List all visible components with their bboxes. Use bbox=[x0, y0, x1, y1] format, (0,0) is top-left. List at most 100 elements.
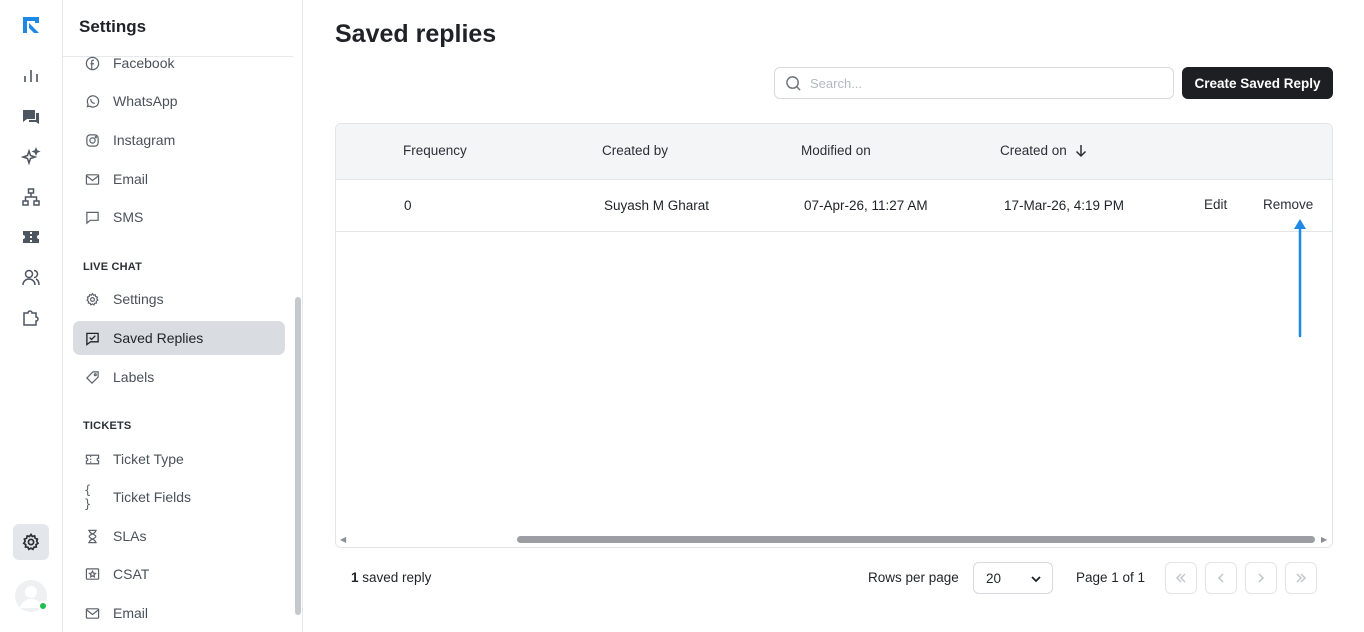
search-input[interactable] bbox=[810, 75, 1150, 91]
cell-frequency: 0 bbox=[404, 198, 412, 213]
sidebar-item-whatsapp[interactable]: WhatsApp bbox=[73, 84, 285, 118]
gear-icon bbox=[21, 532, 41, 552]
sidebar-item-ticket-email[interactable]: Email bbox=[73, 596, 285, 630]
chevron-left-icon bbox=[1217, 573, 1224, 583]
edit-button[interactable]: Edit bbox=[1204, 197, 1227, 212]
puzzle-icon[interactable] bbox=[19, 305, 43, 329]
icon-rail bbox=[0, 0, 63, 632]
org-chart-icon[interactable] bbox=[19, 185, 43, 209]
table-row: 0 Suyash M Gharat 07-Apr-26, 11:27 AM 17… bbox=[336, 180, 1332, 232]
sidebar-item-sms[interactable]: SMS bbox=[73, 200, 285, 234]
rows-per-page-label: Rows per page bbox=[868, 570, 959, 585]
horizontal-scrollbar[interactable]: ◀ ▶ bbox=[336, 532, 1332, 547]
sidebar-item-ticket-type[interactable]: Ticket Type bbox=[73, 442, 285, 476]
cell-created-by: Suyash M Gharat bbox=[604, 198, 710, 213]
mail-icon bbox=[84, 605, 100, 621]
sidebar-item-label: CSAT bbox=[113, 566, 150, 582]
scrollbar-thumb[interactable] bbox=[517, 536, 1315, 543]
whatsapp-icon bbox=[84, 93, 100, 109]
tag-icon bbox=[84, 369, 100, 385]
hourglass-icon bbox=[84, 528, 100, 544]
page-title: Saved replies bbox=[335, 20, 497, 48]
next-page-button[interactable] bbox=[1245, 562, 1277, 594]
saved-reply-count: 1 saved reply bbox=[351, 570, 431, 585]
avatar[interactable] bbox=[15, 580, 48, 612]
ticket-icon bbox=[84, 451, 100, 467]
remove-button[interactable]: Remove bbox=[1263, 197, 1313, 212]
table-header: Frequency Created by Modified on Created… bbox=[336, 124, 1332, 180]
saved-reply-icon bbox=[84, 330, 100, 346]
section-heading-tickets: TICKETS bbox=[83, 420, 132, 432]
rows-per-page-select[interactable]: 20 bbox=[973, 562, 1053, 594]
chat-icon[interactable] bbox=[19, 105, 43, 129]
app: Settings Facebook WhatsApp Instagram Ema… bbox=[0, 0, 1364, 632]
chevron-right-icon bbox=[1258, 573, 1265, 583]
last-page-button[interactable] bbox=[1285, 562, 1317, 594]
sidebar-item-label: Settings bbox=[113, 291, 164, 307]
scroll-right-icon[interactable]: ▶ bbox=[1321, 535, 1327, 544]
sidebar-item-label: Instagram bbox=[113, 132, 176, 148]
settings-nav-button[interactable] bbox=[13, 524, 49, 560]
column-header-frequency[interactable]: Frequency bbox=[403, 143, 467, 158]
gear-icon bbox=[84, 291, 100, 307]
sidebar-item-label: WhatsApp bbox=[113, 93, 178, 109]
sidebar-item-email[interactable]: Email bbox=[73, 162, 285, 196]
sidebar-item-label: Email bbox=[113, 171, 149, 187]
sidebar-item-csat[interactable]: CSAT bbox=[73, 557, 285, 591]
star-box-icon bbox=[84, 566, 100, 582]
chevrons-left-icon bbox=[1175, 573, 1186, 583]
online-status-badge bbox=[38, 601, 48, 611]
sidebar-item-label: SLAs bbox=[113, 528, 147, 544]
sidebar-item-label: Email bbox=[113, 605, 149, 621]
facebook-icon bbox=[84, 55, 100, 71]
saved-replies-table: Frequency Created by Modified on Created… bbox=[335, 123, 1333, 548]
sidebar-item-labels[interactable]: Labels bbox=[73, 360, 285, 394]
chevron-down-icon bbox=[1031, 576, 1041, 583]
sidebar-item-saved-replies[interactable]: Saved Replies bbox=[73, 321, 285, 355]
braces-icon: { } bbox=[84, 483, 92, 511]
count-number: 1 bbox=[351, 570, 359, 585]
first-page-button[interactable] bbox=[1165, 562, 1197, 594]
column-header-created-on[interactable]: Created on bbox=[1000, 143, 1087, 158]
main-content: Saved replies Create Saved Reply Frequen… bbox=[303, 0, 1364, 632]
create-saved-reply-button[interactable]: Create Saved Reply bbox=[1182, 67, 1333, 99]
search-box[interactable] bbox=[774, 67, 1174, 99]
cell-created-on: 17-Mar-26, 4:19 PM bbox=[1004, 198, 1125, 213]
mail-icon bbox=[84, 171, 100, 187]
cell-modified-on: 07-Apr-26, 11:27 AM bbox=[804, 198, 928, 213]
message-square-icon bbox=[84, 209, 100, 225]
page-info: Page 1 of 1 bbox=[1076, 570, 1146, 585]
sidebar-item-label: Labels bbox=[113, 369, 155, 385]
sidebar-item-slas[interactable]: SLAs bbox=[73, 519, 285, 553]
sort-descending-icon bbox=[1075, 144, 1087, 158]
sidebar-item-label: Ticket Type bbox=[113, 451, 184, 467]
rows-per-page-value: 20 bbox=[986, 570, 1002, 586]
sidebar-item-ticket-fields[interactable]: { } Ticket Fields bbox=[73, 480, 285, 514]
users-icon[interactable] bbox=[19, 265, 43, 289]
sidebar-item-facebook[interactable]: Facebook bbox=[73, 46, 285, 80]
annotation-arrow-icon bbox=[1294, 219, 1306, 338]
analytics-icon[interactable] bbox=[19, 64, 43, 88]
sparkles-icon[interactable] bbox=[19, 145, 43, 169]
sidebar-item-live-chat-settings[interactable]: Settings bbox=[73, 282, 285, 316]
sidebar-item-label: SMS bbox=[113, 209, 144, 225]
scroll-left-icon[interactable]: ◀ bbox=[340, 535, 346, 544]
sidebar-item-instagram[interactable]: Instagram bbox=[73, 123, 285, 157]
ticket-icon[interactable] bbox=[19, 225, 43, 249]
sidebar-item-label: Ticket Fields bbox=[113, 489, 192, 505]
chevrons-right-icon bbox=[1296, 573, 1307, 583]
count-label: saved reply bbox=[362, 570, 432, 585]
column-header-label: Created on bbox=[1000, 143, 1067, 158]
settings-sidebar: Settings Facebook WhatsApp Instagram Ema… bbox=[63, 0, 303, 632]
instagram-icon bbox=[84, 132, 100, 148]
sidebar-item-label: Facebook bbox=[113, 55, 175, 71]
sidebar-scrollbar[interactable] bbox=[295, 297, 301, 615]
section-heading-live-chat: LIVE CHAT bbox=[83, 261, 143, 273]
brand-logo-icon[interactable] bbox=[21, 15, 41, 35]
column-header-created-by[interactable]: Created by bbox=[602, 143, 668, 158]
sidebar-item-label: Saved Replies bbox=[113, 330, 204, 346]
previous-page-button[interactable] bbox=[1205, 562, 1237, 594]
sidebar-title: Settings bbox=[79, 17, 147, 36]
search-icon bbox=[785, 75, 802, 92]
column-header-modified-on[interactable]: Modified on bbox=[801, 143, 871, 158]
